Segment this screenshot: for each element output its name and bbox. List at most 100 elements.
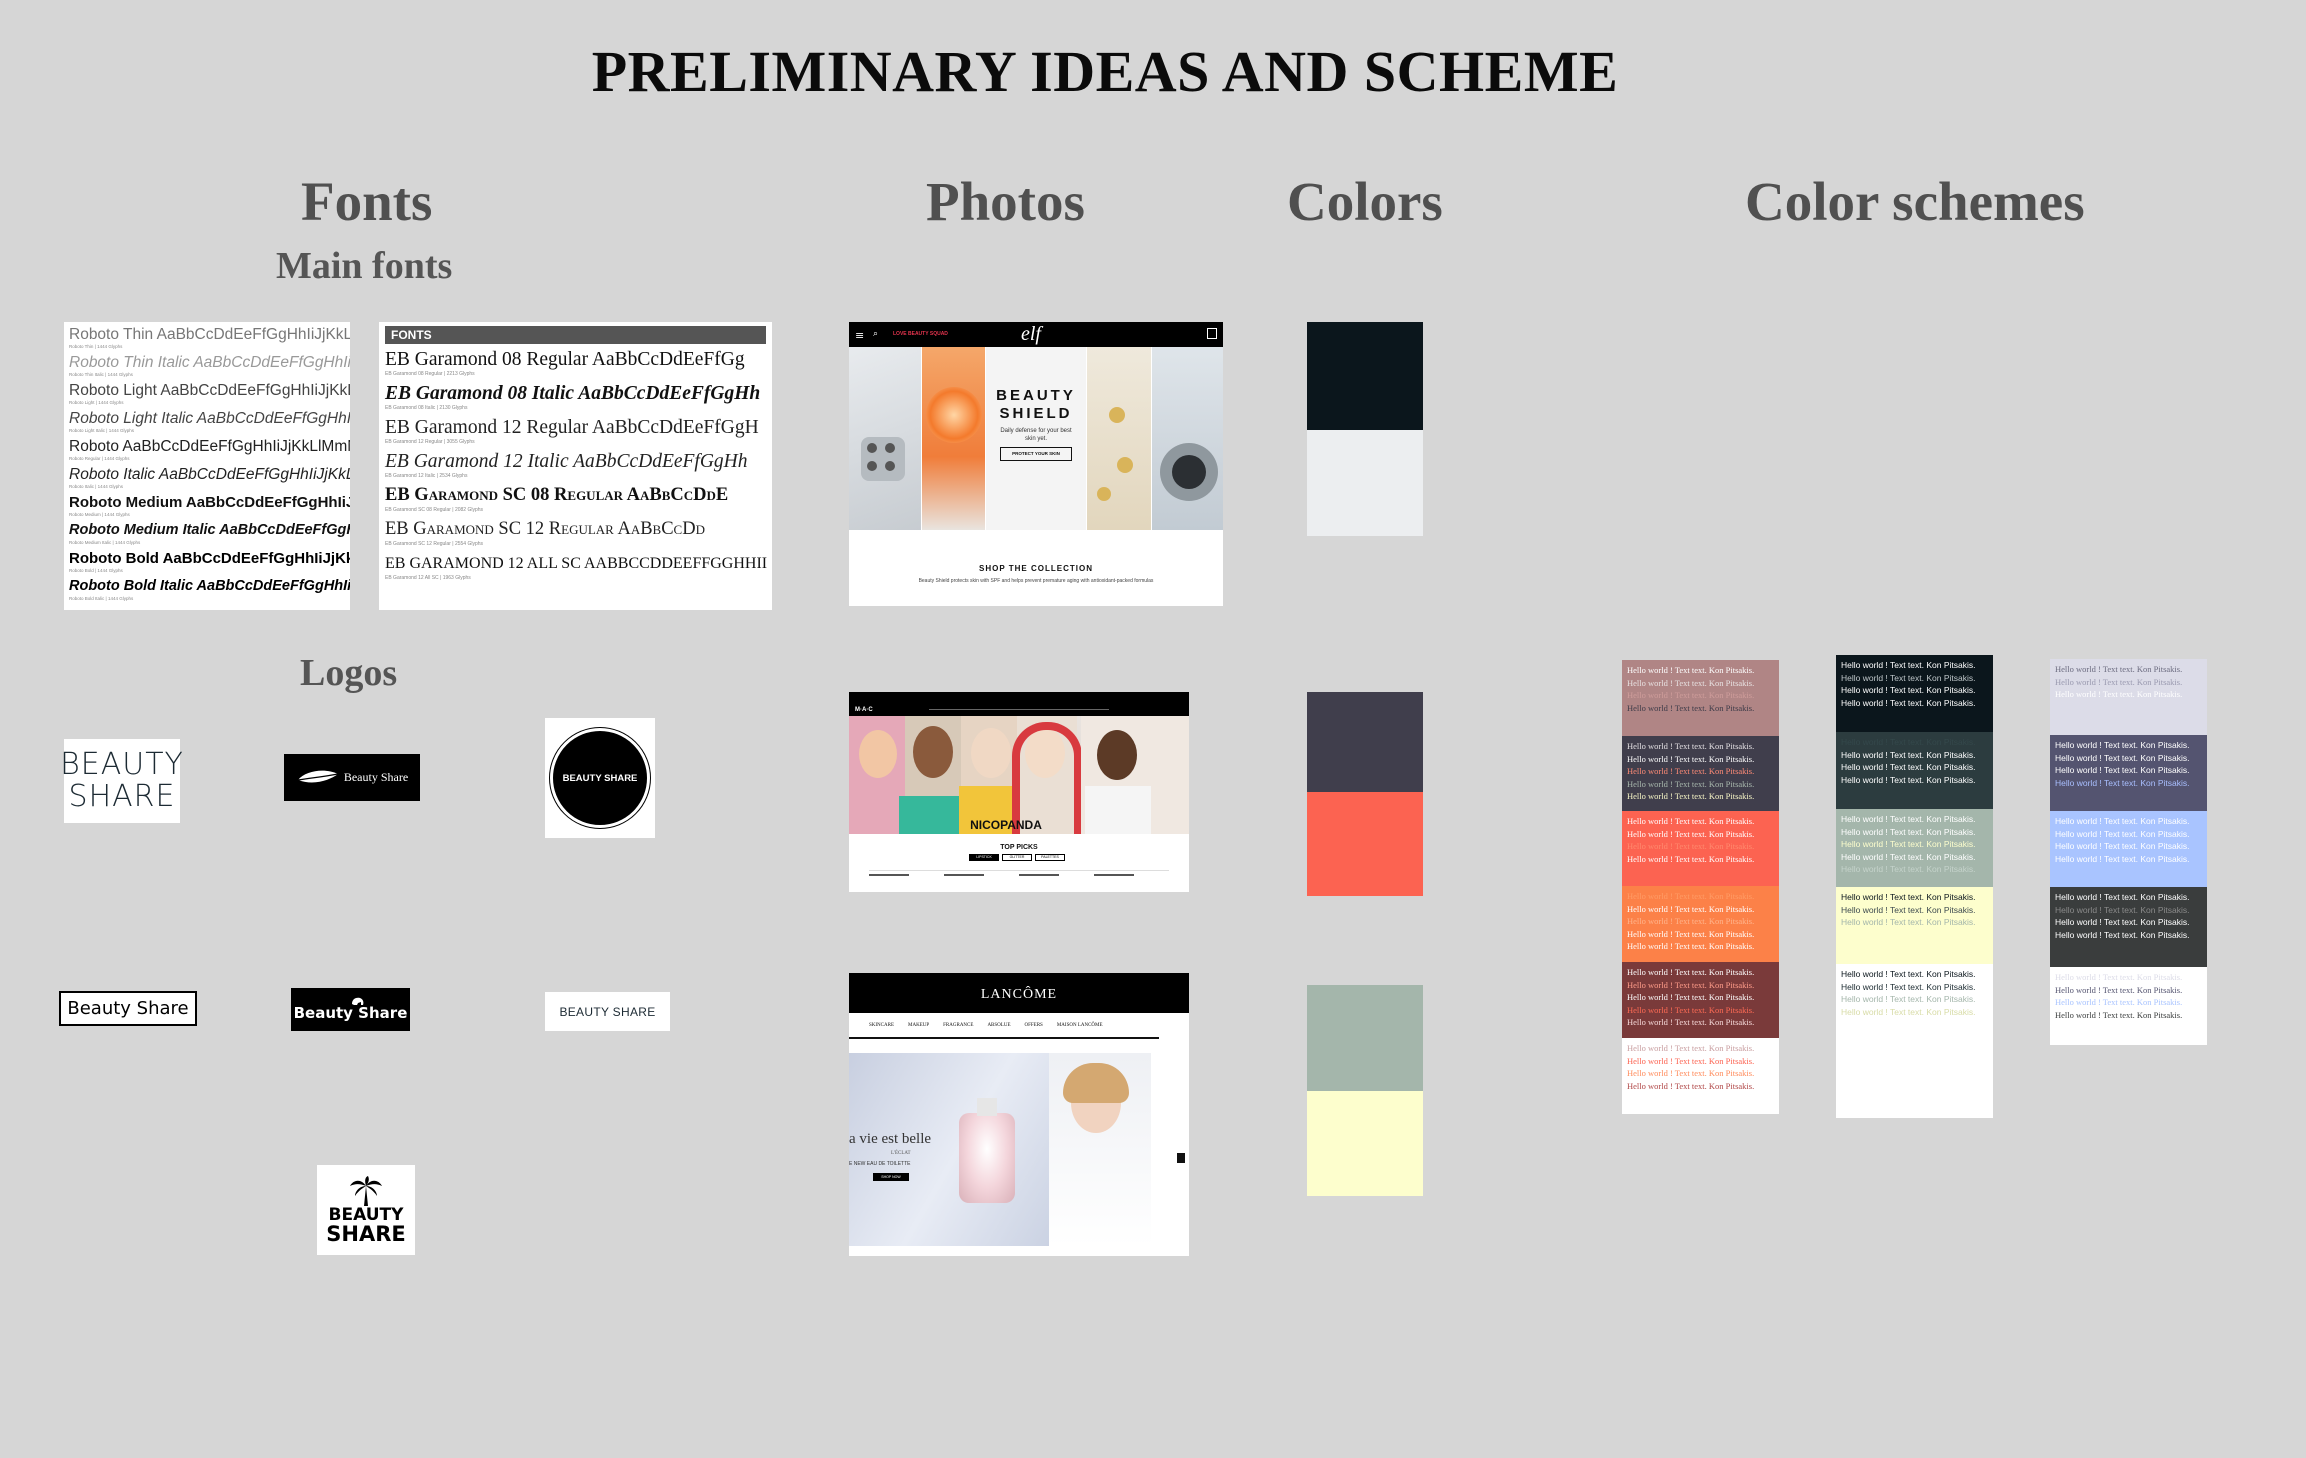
sample-text-line: Hello world ! Text text. Kon Pitsakis.	[2055, 828, 2190, 839]
photos-heading: Photos	[926, 171, 1085, 232]
color-swatch	[1307, 692, 1423, 792]
sample-text-line: Hello world ! Text text. Kon Pitsakis.	[2055, 816, 2190, 826]
lancome-subline: L'ÉCLAT	[891, 1151, 911, 1156]
eb-line: EB Garamond SC 12 Regular AaBbCcDd	[385, 519, 705, 539]
circle-badge: BEAUTY SHARE	[550, 728, 650, 828]
elf-headline-panel: BEAUTY SHIELD Daily defense for your bes…	[986, 347, 1086, 530]
sample-text-line: Hello world ! Text text. Kon Pitsakis.	[1627, 853, 1755, 864]
color-scheme-block: Hello world ! Text text. Kon Pitsakis. He…	[2050, 735, 2207, 811]
roboto-line: Roboto Thin Italic AaBbCcDdEeFfGgHhIiJjK…	[69, 354, 350, 371]
nav-maison-lancome[interactable]: MAISON LANCÔME	[1057, 1023, 1103, 1033]
cart-icon	[1207, 328, 1217, 339]
color-scheme-block: Hello world ! Text text. Kon Pitsakis. He…	[2050, 887, 2207, 967]
color-scheme-block: Hello world ! Text text. Kon Pitsakis. He…	[1836, 732, 1993, 809]
nav-skincare[interactable]: SKINCARE	[869, 1023, 894, 1033]
sample-text-line: Hello world ! Text text. Kon Pitsakis.	[1627, 1080, 1755, 1091]
roboto-line: Roboto Thin AaBbCcDdEeFfGgHhIiJjKkLlM	[69, 326, 350, 343]
sample-text-line: Hello world ! Text text. Kon Pitsakis.	[1627, 766, 1755, 776]
color-scheme-block: Hello world ! Text text. Kon Pitsakis. He…	[2050, 967, 2207, 1045]
eb-meta: EB Garamond 12 Regular | 3055 Glyphs	[385, 439, 475, 445]
color-scheme-block: Hello world ! Text text. Kon Pitsakis. He…	[2050, 811, 2207, 887]
roboto-meta: Roboto Italic | 1444 Glyphs	[69, 484, 123, 489]
tab-lipstick[interactable]: LIPSTICK	[969, 854, 999, 861]
eb-meta: EB Garamond 12 Italic | 2534 Glyphs	[385, 473, 468, 479]
sample-text-line: Hello world ! Text text. Kon Pitsakis.	[1627, 1055, 1755, 1066]
elf-header-bar: ≡ ⌕ LOVE BEAUTY SQUAD elf	[849, 322, 1223, 347]
product-image-orange	[922, 347, 985, 530]
nav-offers[interactable]: OFFERS	[1025, 1023, 1043, 1033]
sample-text-line: Hello world ! Text text. Kon Pitsakis.	[1841, 917, 1976, 927]
tab-palettes[interactable]: PALETTES	[1035, 854, 1065, 861]
top-picks-heading: TOP PICKS	[1000, 844, 1038, 851]
logo-text: Beauty Share	[343, 770, 409, 784]
roboto-meta: Roboto Bold Italic | 1444 Glyphs	[69, 596, 134, 601]
product-image-roller	[849, 347, 921, 530]
mac-header-bar: M·A·C	[849, 692, 1189, 716]
sample-text-line: Hello world ! Text text. Kon Pitsakis.	[1841, 762, 1976, 772]
sample-text-line: Hello world ! Text text. Kon Pitsakis.	[1841, 1006, 1976, 1017]
sample-text-line: Hello world ! Text text. Kon Pitsakis.	[1627, 1068, 1755, 1078]
color-swatch	[1307, 322, 1423, 430]
lancome-hero-image: a vie est belle L'ÉCLAT E NEW EAU DE TOI…	[849, 1053, 1151, 1246]
tab-glitter[interactable]: GLITTER	[1002, 854, 1032, 861]
logo-text: BEAUTY SHARE	[562, 772, 638, 784]
leaf-icon	[297, 770, 338, 782]
nav-absolue[interactable]: ABSOLUE	[987, 1023, 1010, 1033]
logo-beauty-share-outlined: BEAUTY SHARE	[60, 739, 183, 823]
roboto-meta: Roboto Light | 1444 Glyphs	[69, 400, 124, 405]
logo-beauty-share-bold-black: Beauty Share	[291, 988, 410, 1031]
elf-brand: elf	[1021, 323, 1041, 345]
shop-the-collection-heading[interactable]: SHOP THE COLLECTION	[849, 564, 1223, 573]
sample-text-line: Hello world ! Text text. Kon Pitsakis.	[1841, 774, 1976, 785]
eb-meta: EB Garamond SC 12 Regular | 2554 Glyphs	[385, 541, 484, 547]
eb-meta: EB Garamond 08 Italic | 2130 Glyphs	[385, 405, 468, 411]
sample-text-line: Hello world ! Text text. Kon Pitsakis.	[1627, 916, 1755, 926]
logo-beauty-share-boxed: Beauty Share	[59, 991, 197, 1026]
color-scheme-block: Hello world ! Text text. Kon Pitsakis. He…	[1622, 736, 1779, 811]
logo-text: Beauty Share	[67, 998, 189, 1019]
menu-icon: ≡	[855, 329, 865, 342]
sample-text-line: Hello world ! Text text. Kon Pitsakis.	[2055, 853, 2190, 864]
eb-garamond-font-specimen: FONTS EB Garamond 08 Regular AaBbCcDdEeF…	[379, 322, 772, 610]
logo-text: BEAUTY SHARE	[60, 747, 184, 814]
sample-text-line: Hello world ! Text text. Kon Pitsakis.	[2055, 984, 2183, 995]
roboto-line: Roboto Bold Italic AaBbCcDdEeFfGgHhIiJjK…	[69, 578, 350, 594]
sample-text-line: Hello world ! Text text. Kon Pitsakis.	[2055, 664, 2183, 674]
sample-text-line: Hello world ! Text text. Kon Pitsakis.	[2055, 676, 2183, 687]
sample-text-line: Hello world ! Text text. Kon Pitsakis.	[1627, 741, 1755, 751]
sample-text-line: Hello world ! Text text. Kon Pitsakis.	[1627, 992, 1755, 1002]
sample-text-line: Hello world ! Text text. Kon Pitsakis.	[1841, 672, 1976, 683]
elf-tagline: Daily defense for your best skin yet.	[1000, 428, 1072, 442]
nav-fragrance[interactable]: FRAGRANCE	[943, 1023, 973, 1033]
color-scheme-block: Hello world ! Text text. Kon Pitsakis. He…	[1622, 811, 1779, 886]
eb-meta: EB Garamond SC 08 Regular | 2082 Glyphs	[385, 507, 484, 513]
roboto-meta: Roboto Bold | 1444 Glyphs	[69, 568, 123, 573]
color-scheme-block: Hello world ! Text text. Kon Pitsakis. He…	[1622, 886, 1779, 962]
photo-elf-beauty-shield: ≡ ⌕ LOVE BEAUTY SQUAD elf BEAUTY SHIELD …	[849, 322, 1223, 606]
sample-text-line: Hello world ! Text text. Kon Pitsakis.	[1841, 697, 1976, 708]
protect-your-skin-button[interactable]: PROTECT YOUR SKIN	[1000, 447, 1072, 461]
roboto-meta: Roboto Regular | 1444 Glyphs	[69, 456, 130, 461]
lancome-headline: a vie est belle	[849, 1131, 932, 1147]
nav-makeup[interactable]: MAKEUP	[908, 1023, 929, 1033]
sample-text-line: Hello world ! Text text. Kon Pitsakis.	[1841, 839, 1976, 849]
sample-text-line: Hello world ! Text text. Kon Pitsakis.	[2055, 929, 2190, 940]
lancome-header-bar: LANCÔME	[849, 973, 1189, 1013]
sample-text-line: Hello world ! Text text. Kon Pitsakis.	[1627, 1017, 1755, 1027]
logo-text: SHARE	[326, 1221, 406, 1246]
color-scheme-block: Hello world ! Text text. Kon Pitsakis. He…	[1622, 660, 1779, 736]
shop-now-button[interactable]: SHOP NOW	[873, 1173, 909, 1181]
color-scheme-block: Hello world ! Text text. Kon Pitsakis. He…	[1836, 964, 1993, 1041]
sample-text-line: Hello world ! Text text. Kon Pitsakis.	[2055, 841, 2190, 851]
color-swatch	[1307, 1091, 1423, 1196]
roboto-line: Roboto Light Italic AaBbCcDdEeFfGgHhIiJj…	[69, 410, 350, 427]
sample-text-line: Hello world ! Text text. Kon Pitsakis.	[2055, 972, 2183, 982]
sample-text-line: Hello world ! Text text. Kon Pitsakis.	[1841, 864, 1976, 874]
sample-text-line: Hello world ! Text text. Kon Pitsakis.	[1841, 981, 1976, 992]
sample-text-line: Hello world ! Text text. Kon Pitsakis.	[1841, 737, 1976, 747]
sample-text-line: Hello world ! Text text. Kon Pitsakis.	[1627, 841, 1755, 851]
sample-text-line: Hello world ! Text text. Kon Pitsakis.	[1627, 702, 1755, 713]
sample-text-line: Hello world ! Text text. Kon Pitsakis.	[1841, 994, 1976, 1004]
eb-line: EB GARAMOND 12 ALL SC AABBCCDDEEFFGGHHII	[385, 555, 768, 572]
logo-text: BEAUTY	[328, 1204, 404, 1225]
